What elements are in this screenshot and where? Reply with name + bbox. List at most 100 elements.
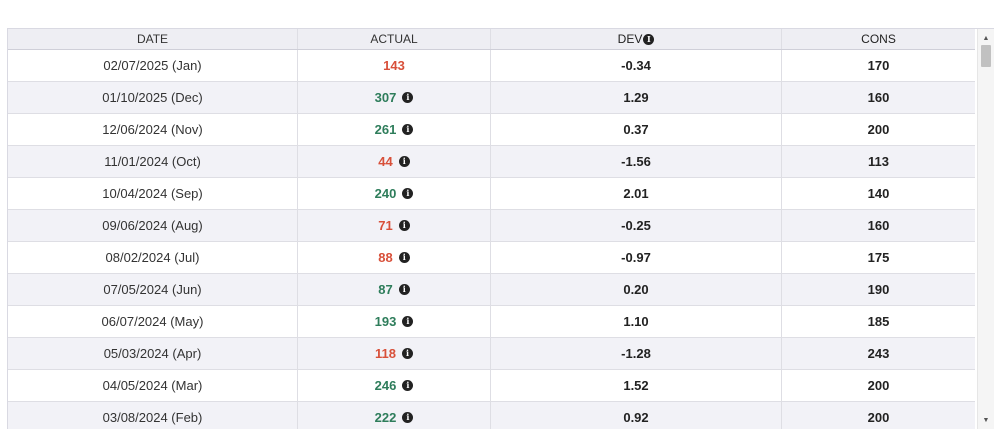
cell-dev: 0.20: [491, 274, 782, 305]
cell-cons: 190: [867, 282, 890, 297]
cell-actual: 88 i: [298, 242, 491, 273]
info-icon[interactable]: i: [402, 412, 414, 423]
data-table: DATE ACTUAL DEV i CONS 02/07/2025 (Jan) 1…: [8, 29, 975, 429]
vertical-scrollbar[interactable]: ▲ ▼: [977, 29, 994, 429]
table-row[interactable]: 04/05/2024 (Mar) 246 i 1.52 200: [8, 370, 975, 402]
data-table-panel: DATE ACTUAL DEV i CONS 02/07/2025 (Jan) 1…: [7, 28, 994, 429]
cell-dev: 0.37: [491, 114, 782, 145]
table-row[interactable]: 09/06/2024 (Aug) 71 i -0.25 160: [8, 210, 975, 242]
cell-dev: -0.25: [491, 210, 782, 241]
cell-cons: 140: [867, 186, 890, 201]
column-header-actual[interactable]: ACTUAL: [298, 29, 491, 49]
table-row[interactable]: 10/04/2024 (Sep) 240 i 2.01 140: [8, 178, 975, 210]
table-row[interactable]: 03/08/2024 (Feb) 222 i 0.92 200: [8, 402, 975, 429]
cell-dev: -1.56: [491, 146, 782, 177]
cell-date: 07/05/2024 (Jun): [8, 274, 298, 305]
cell-dev: 1.10: [491, 306, 782, 337]
actual-value: 118: [375, 346, 396, 361]
table-row[interactable]: 02/07/2025 (Jan) 143 -0.34 170: [8, 50, 975, 82]
cell-cons: 160: [867, 90, 890, 105]
column-header-cons-label: CONS: [861, 32, 896, 46]
info-icon[interactable]: i: [398, 252, 410, 263]
cell-actual: 246 i: [298, 370, 491, 401]
column-header-dev-label: DEV: [617, 32, 643, 46]
cell-date: 04/05/2024 (Mar): [8, 370, 298, 401]
column-header-actual-label: ACTUAL: [370, 32, 418, 46]
cell-date: 10/04/2024 (Sep): [8, 178, 298, 209]
cell-dev: -0.34: [491, 50, 782, 81]
column-header-dev[interactable]: DEV i: [491, 29, 782, 49]
cell-actual: 261 i: [298, 114, 491, 145]
cell-date: 02/07/2025 (Jan): [8, 50, 298, 81]
column-header-date-label: DATE: [136, 32, 169, 46]
cell-cons: 113: [868, 154, 889, 169]
cell-dev: -0.97: [491, 242, 782, 273]
cell-actual: 87 i: [298, 274, 491, 305]
table-row[interactable]: 06/07/2024 (May) 193 i 1.10 185: [8, 306, 975, 338]
actual-value: 88: [378, 250, 393, 265]
actual-value: 222: [374, 410, 397, 425]
cell-date: 11/01/2024 (Oct): [8, 146, 298, 177]
column-header-cons[interactable]: CONS: [782, 29, 975, 49]
cell-date: 06/07/2024 (May): [8, 306, 298, 337]
cell-actual: 240 i: [298, 178, 491, 209]
table-row[interactable]: 01/10/2025 (Dec) 307 i 1.29 160: [8, 82, 975, 114]
cell-cons: 243: [867, 346, 890, 361]
cell-date: 08/02/2024 (Jul): [8, 242, 298, 273]
actual-value: 44: [378, 154, 393, 169]
cell-date: 01/10/2025 (Dec): [8, 82, 298, 113]
actual-value: 307: [374, 90, 397, 105]
info-icon[interactable]: i: [402, 188, 414, 199]
actual-value: 261: [374, 122, 397, 137]
table-body: 02/07/2025 (Jan) 143 -0.34 170 01/10/2025 (D…: [8, 50, 975, 429]
table-row[interactable]: 05/03/2024 (Apr) 118 i -1.28 243: [8, 338, 975, 370]
info-icon[interactable]: i: [402, 124, 414, 135]
actual-value: 246: [374, 378, 397, 393]
info-icon[interactable]: i: [402, 380, 414, 391]
table-header-row: DATE ACTUAL DEV i CONS: [8, 29, 975, 50]
info-icon[interactable]: i: [398, 156, 410, 167]
cell-dev: -1.28: [491, 338, 782, 369]
scroll-down-arrow-icon[interactable]: ▼: [978, 413, 994, 427]
column-header-date[interactable]: DATE: [8, 29, 298, 49]
cell-cons: 200: [867, 410, 890, 425]
cell-cons: 160: [867, 218, 890, 233]
cell-cons: 200: [867, 378, 890, 393]
cell-date: 09/06/2024 (Aug): [8, 210, 298, 241]
cell-cons: 170: [867, 58, 890, 73]
cell-actual: 118 i: [298, 338, 491, 369]
table-row[interactable]: 08/02/2024 (Jul) 88 i -0.97 175: [8, 242, 975, 274]
cell-date: 03/08/2024 (Feb): [8, 402, 298, 429]
cell-cons: 185: [867, 314, 890, 329]
table-row[interactable]: 12/06/2024 (Nov) 261 i 0.37 200: [8, 114, 975, 146]
cell-cons: 200: [867, 122, 890, 137]
info-icon[interactable]: i: [401, 348, 413, 359]
info-icon[interactable]: i: [398, 220, 410, 231]
actual-value: 87: [378, 282, 393, 297]
cell-actual: 143: [298, 50, 491, 81]
table-row[interactable]: 07/05/2024 (Jun) 87 i 0.20 190: [8, 274, 975, 306]
cell-actual: 222 i: [298, 402, 491, 429]
cell-actual: 193 i: [298, 306, 491, 337]
scroll-up-arrow-icon[interactable]: ▲: [978, 31, 994, 45]
info-icon[interactable]: i: [402, 92, 414, 103]
actual-value: 193: [374, 314, 397, 329]
info-icon[interactable]: i: [643, 33, 655, 45]
cell-dev: 0.92: [491, 402, 782, 429]
cell-actual: 44 i: [298, 146, 491, 177]
cell-actual: 307 i: [298, 82, 491, 113]
actual-value: 240: [374, 186, 397, 201]
cell-date: 05/03/2024 (Apr): [8, 338, 298, 369]
cell-dev: 2.01: [491, 178, 782, 209]
info-icon[interactable]: i: [402, 316, 414, 327]
cell-cons: 175: [867, 250, 890, 265]
cell-dev: 1.29: [491, 82, 782, 113]
actual-value: 71: [378, 218, 393, 233]
actual-value: 143: [383, 58, 405, 73]
table-row[interactable]: 11/01/2024 (Oct) 44 i -1.56 113: [8, 146, 975, 178]
info-icon[interactable]: i: [398, 284, 410, 295]
cell-dev: 1.52: [491, 370, 782, 401]
cell-actual: 71 i: [298, 210, 491, 241]
cell-date: 12/06/2024 (Nov): [8, 114, 298, 145]
scrollbar-thumb[interactable]: [981, 45, 991, 67]
